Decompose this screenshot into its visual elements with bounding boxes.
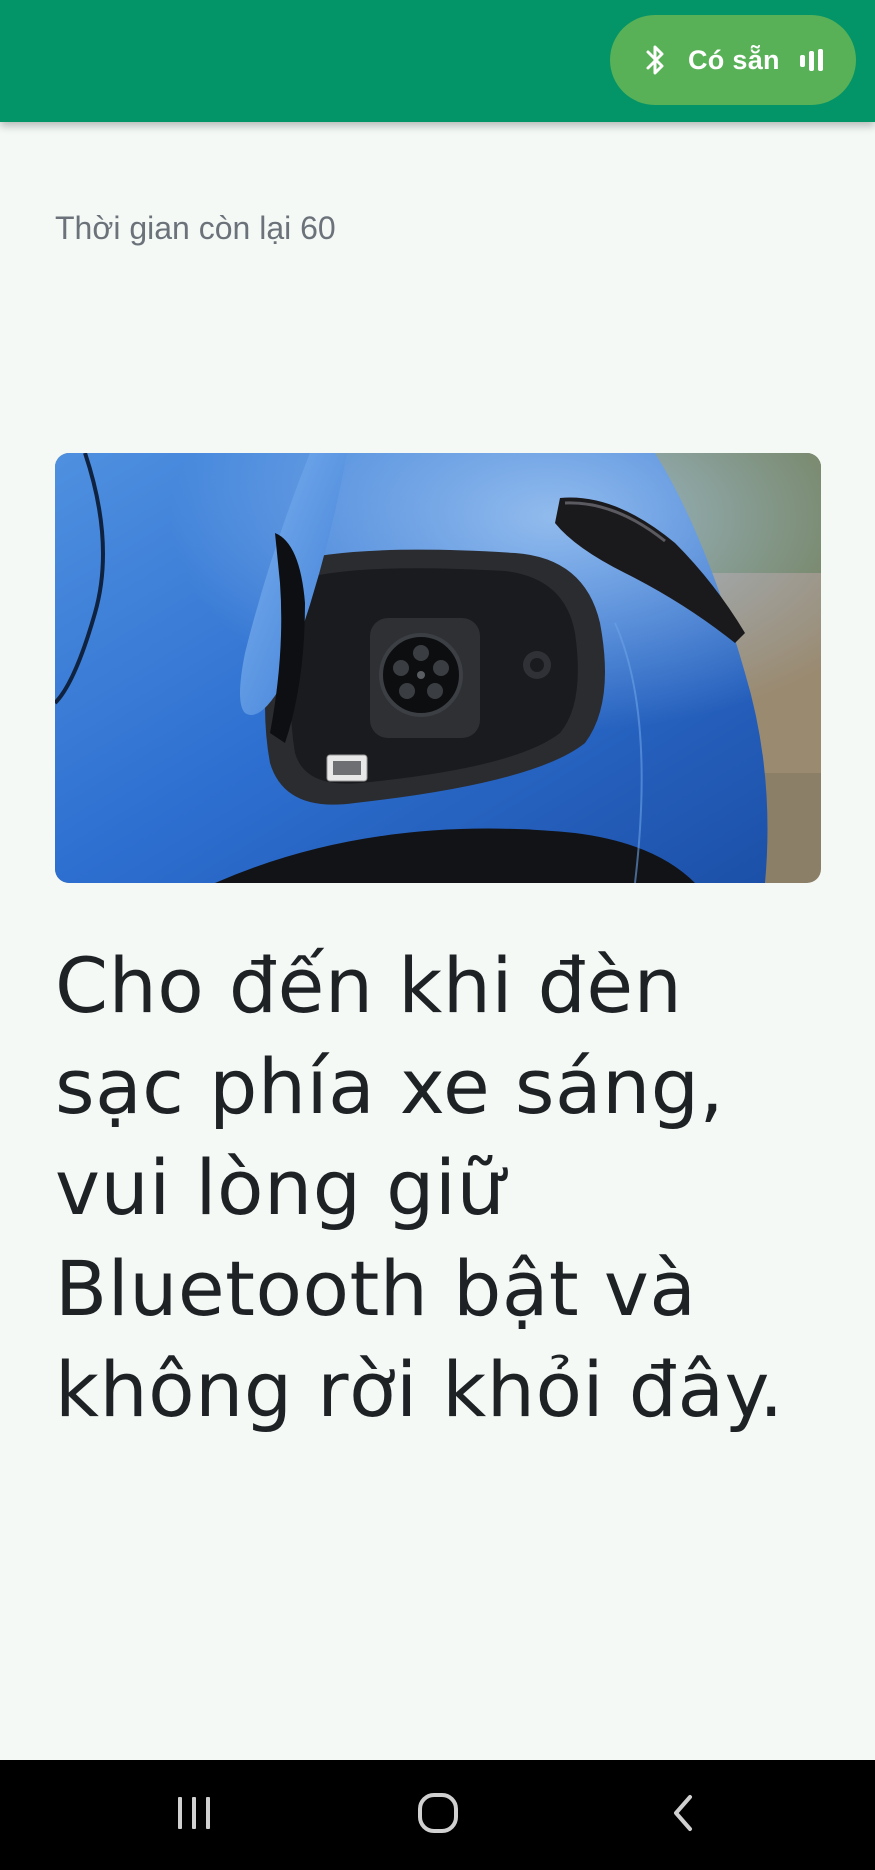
instruction-line: vui lòng giữ — [55, 1143, 506, 1232]
bluetooth-status-pill[interactable]: Có sẵn — [610, 15, 856, 105]
instruction-line: không rời khỏi đây. — [55, 1345, 784, 1434]
recent-apps-button[interactable] — [134, 1760, 254, 1870]
instruction-line: sạc phía xe sáng, — [55, 1042, 725, 1131]
home-button[interactable] — [378, 1760, 498, 1870]
time-remaining-text: Thời gian còn lại 60 — [55, 210, 336, 246]
status-label: Có sẵn — [688, 44, 780, 75]
instruction-line: Bluetooth bật và — [55, 1244, 697, 1333]
instruction-text: Cho đến khi đèn sạc phía xe sáng, vui lò… — [55, 935, 835, 1440]
instruction-line: Cho đến khi đèn — [55, 941, 683, 1030]
bluetooth-icon — [640, 43, 670, 77]
system-navigation-bar — [0, 1760, 875, 1870]
ev-charging-port-image — [55, 453, 821, 883]
home-icon — [416, 1791, 460, 1840]
back-icon — [668, 1793, 698, 1838]
back-button[interactable] — [623, 1760, 743, 1870]
app-header: Có sẵn — [0, 0, 875, 122]
signal-bars-icon — [798, 47, 826, 73]
recent-apps-icon — [174, 1793, 214, 1838]
